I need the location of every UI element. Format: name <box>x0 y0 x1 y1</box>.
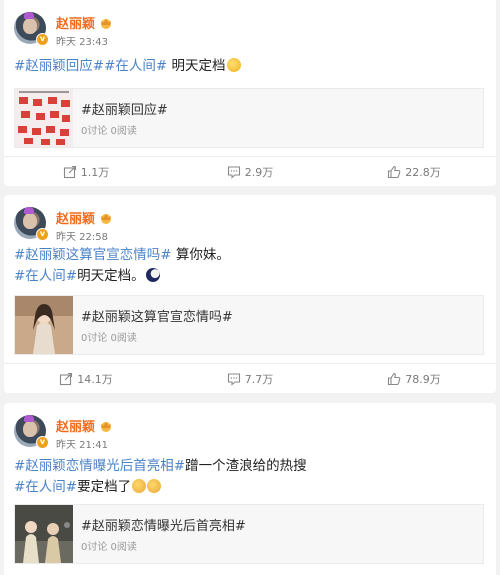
emoji-icon <box>147 479 162 493</box>
like-button[interactable]: 78.9万 <box>332 364 496 393</box>
avatar[interactable]: v <box>14 207 49 241</box>
avatar-face <box>23 18 37 34</box>
hashtag-link[interactable]: #赵丽颖这算官宣恋情吗# <box>14 247 172 263</box>
topic-title: #赵丽颖回应# <box>81 103 168 118</box>
post-text: #赵丽颖恋情曝光后首亮相#蹭一个渣浪给的热搜 #在人间#要定档了 <box>14 456 484 498</box>
hashtag-link[interactable]: #赵丽颖恋情曝光后首亮相# <box>14 458 185 474</box>
post-body-text: 蹭一个渣浪给的热搜 <box>185 458 307 474</box>
post-card: v 赵丽颖 昨天 23:43 #赵丽颖回应##在人间# 明天定档 #赵丽颖回应#… <box>4 0 496 186</box>
share-icon <box>60 372 73 385</box>
verified-badge-icon: v <box>36 228 49 241</box>
topic-thumbnail <box>15 505 73 563</box>
comment-count: 2.9万 <box>244 165 274 179</box>
comment-icon <box>227 165 240 179</box>
topic-thumbnail <box>15 296 73 354</box>
action-bar: 14.1万 7.7万 78.9万 <box>4 363 496 393</box>
hashtag-link[interactable]: #赵丽颖回应##在人间# <box>14 58 167 74</box>
comment-button[interactable]: 7.7万 <box>168 364 332 393</box>
username-text[interactable]: 赵丽颖 <box>56 212 95 227</box>
avatar-hat <box>24 12 34 19</box>
avatar-hat <box>24 415 34 422</box>
share-icon <box>63 165 76 178</box>
post-body-text: 明天定档。 <box>77 268 145 284</box>
emoji-icon <box>145 268 160 282</box>
post-card: v 赵丽颖 昨天 22:58 #赵丽颖这算官宣恋情吗# 算你妹。 #在人间#明天… <box>4 195 496 393</box>
comment-button[interactable]: 2.9万 <box>168 157 332 186</box>
post-body-text: 明天定档 <box>167 58 226 74</box>
hashtag-link[interactable]: #在人间# <box>14 268 77 284</box>
crown-icon <box>101 19 112 29</box>
topic-stats: 0讨论 0阅读 <box>81 333 137 344</box>
repost-button[interactable]: 1.1万 <box>4 157 168 186</box>
topic-title: #赵丽颖这算官宣恋情吗# <box>81 310 233 325</box>
crown-icon <box>101 422 112 432</box>
topic-stats: 0讨论 0阅读 <box>81 126 137 137</box>
post-text-line: #在人间#要定档了 <box>14 477 484 498</box>
repost-count: 14.1万 <box>77 372 113 386</box>
username-text[interactable]: 赵丽颖 <box>56 17 95 32</box>
comment-icon <box>227 372 240 386</box>
thumbs-up-icon <box>388 165 401 178</box>
verified-badge-icon: v <box>36 436 49 449</box>
post-card: v 赵丽颖 昨天 21:41 #赵丽颖恋情曝光后首亮相#蹭一个渣浪给的热搜 #在… <box>4 403 496 575</box>
crown-icon <box>101 214 112 224</box>
avatar[interactable]: v <box>14 415 49 449</box>
post-time[interactable]: 昨天 22:58 <box>56 228 108 243</box>
topic-title: #赵丽颖恋情曝光后首亮相# <box>81 519 246 534</box>
like-count: 78.9万 <box>405 372 441 386</box>
like-button[interactable]: 22.8万 <box>332 157 496 186</box>
emoji-icon <box>132 479 147 493</box>
post-text-line: #赵丽颖恋情曝光后首亮相#蹭一个渣浪给的热搜 <box>14 456 484 477</box>
verified-badge-icon: v <box>36 33 49 46</box>
post-body-text: 要定档了 <box>77 479 132 495</box>
post-text-line: #在人间#明天定档。 <box>14 266 484 287</box>
post-text-line: #赵丽颖这算官宣恋情吗# 算你妹。 <box>14 245 484 266</box>
post-body-text: 算你妹。 <box>171 247 230 263</box>
username[interactable]: 赵丽颖 <box>56 13 113 32</box>
avatar[interactable]: v <box>14 12 49 46</box>
action-bar: 1.1万 2.9万 22.8万 <box>4 156 496 186</box>
post-time[interactable]: 昨天 23:43 <box>56 33 108 48</box>
topic-card[interactable]: #赵丽颖恋情曝光后首亮相# 0讨论 0阅读 <box>14 504 484 564</box>
topic-card[interactable]: #赵丽颖这算官宣恋情吗# 0讨论 0阅读 <box>14 295 484 355</box>
topic-card[interactable]: #赵丽颖回应# 0讨论 0阅读 <box>14 88 484 148</box>
repost-count: 1.1万 <box>80 165 110 179</box>
post-time[interactable]: 昨天 21:41 <box>56 436 108 451</box>
avatar-face <box>23 213 37 229</box>
username-text[interactable]: 赵丽颖 <box>56 420 95 435</box>
post-text: #赵丽颖回应##在人间# 明天定档 <box>14 56 484 77</box>
hashtag-link[interactable]: #在人间# <box>14 479 77 495</box>
comment-count: 7.7万 <box>244 372 274 386</box>
emoji-icon <box>226 58 241 72</box>
post-text: #赵丽颖这算官宣恋情吗# 算你妹。 #在人间#明天定档。 <box>14 245 484 287</box>
avatar-face <box>23 421 37 437</box>
topic-stats: 0讨论 0阅读 <box>81 542 137 553</box>
username[interactable]: 赵丽颖 <box>56 208 113 227</box>
avatar-hat <box>24 207 34 214</box>
repost-button[interactable]: 14.1万 <box>4 364 168 393</box>
username[interactable]: 赵丽颖 <box>56 416 113 435</box>
topic-thumbnail <box>15 89 73 147</box>
like-count: 22.8万 <box>405 165 441 179</box>
thumbs-up-icon <box>388 372 401 385</box>
